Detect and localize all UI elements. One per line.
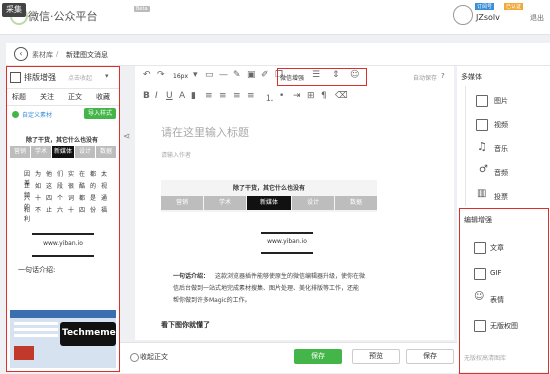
enhance-item-emoji[interactable]: 表情: [490, 295, 504, 305]
autosave-label: 自动保存: [413, 75, 438, 82]
enhance-item-gif[interactable]: GIF: [490, 269, 502, 277]
vote-icon: ▥: [477, 188, 487, 199]
breadcrumb-separator: /: [56, 50, 59, 58]
undo-icon[interactable]: ↶: [143, 70, 151, 80]
save-send-button[interactable]: 保存: [406, 349, 454, 364]
subscription-badge: 订阅号: [475, 3, 495, 10]
redo-icon[interactable]: ↷: [157, 70, 165, 80]
content-card[interactable]: 除了干货，其它什么也没有 营销 学术 新媒体 设计 数据: [161, 180, 377, 212]
wechat-enhance-label[interactable]: 微信增强: [280, 73, 304, 82]
highlight-icon[interactable]: ▮: [191, 91, 196, 101]
enhance-item-article[interactable]: 文章: [490, 243, 504, 253]
enhance-item-free-images[interactable]: 无版权图: [490, 321, 518, 331]
url-text: www.yiban.io: [267, 238, 307, 245]
ordered-list-icon[interactable]: ⒈: [265, 91, 274, 104]
share-icon[interactable]: ⋖: [123, 132, 131, 142]
card-title: 除了干货，其它什么也没有: [232, 185, 305, 192]
editor-toolbar: ↶ ↷ 16px ▾ ▭ — ✎ ▣ ✐ ❐ 微信增强 ☰ ⇕ ☺ 自动保存 ?: [135, 66, 454, 89]
format-icon[interactable]: ¶: [321, 91, 327, 101]
clear-format-icon[interactable]: ⌫: [335, 91, 348, 101]
radio-icon[interactable]: [130, 353, 139, 362]
media-item-image[interactable]: 图片: [494, 96, 508, 106]
media-panel: 多媒体 图片 视频 ♫ 音乐 ♂ 音频 ▥ 投票 编辑增强 文章 GIF ☺ 表…: [457, 66, 550, 374]
media-panel-title: 多媒体: [461, 73, 482, 81]
card-nav-item-active[interactable]: 新媒体: [247, 196, 291, 210]
font-color-icon[interactable]: A: [179, 91, 185, 101]
breadcrumb-item-current: 新建图文消息: [66, 51, 108, 59]
indent-icon[interactable]: ⇥: [293, 91, 301, 101]
article-icon: [474, 242, 486, 254]
breadcrumb-item-library[interactable]: 素材库: [32, 50, 53, 60]
intro-body-line: 帮你做到许多Magic的工作。: [173, 297, 251, 304]
verified-badge: 已认证: [504, 3, 524, 10]
underline-icon[interactable]: U: [166, 91, 173, 101]
table-icon[interactable]: ⊞: [307, 91, 315, 101]
emoji-icon[interactable]: ☺: [350, 70, 359, 80]
intro-body-line: 信后台做到一站式地完成素材搜集、图片处理、美化排版等工作，还能: [173, 285, 360, 292]
media-list: 图片 视频 ♫ 音乐 ♂ 音频 ▥ 投票: [465, 86, 546, 206]
intro-label: 一句话介绍：: [173, 273, 210, 280]
help-icon[interactable]: ?: [441, 72, 445, 80]
emoji-icon: ☺: [474, 291, 485, 302]
format-toolbar: B I U A ▮ ≡ ≡ ≡ ≡ ⒈ • ⇥ ⊞ ¶ ⌫: [135, 88, 454, 109]
free-image-icon: [474, 320, 486, 332]
music-icon: ♫: [477, 140, 487, 153]
font-size-select[interactable]: 16px: [173, 73, 188, 80]
image-icon: [476, 95, 488, 107]
media-item-vote[interactable]: 投票: [494, 192, 508, 202]
title-input[interactable]: 请在这里输入标题: [161, 124, 249, 140]
save-button[interactable]: 保存: [294, 349, 342, 364]
media-item-audio[interactable]: 音频: [494, 168, 508, 178]
video-icon[interactable]: ▭: [205, 70, 214, 80]
breadcrumb: ‹ 素材库 / 新建图文消息: [6, 43, 550, 66]
highlight-frame-left: [6, 66, 120, 372]
preview-button[interactable]: 预览: [352, 349, 400, 364]
chevron-down-icon[interactable]: ▾: [193, 70, 198, 80]
editor-canvas[interactable]: 请在这里输入标题 请输入作者 除了干货，其它什么也没有 营销 学术 新媒体 设计…: [135, 108, 454, 340]
free-image-library-text: 无版权高清图库: [464, 355, 507, 362]
image-icon[interactable]: ▣: [247, 70, 256, 80]
collapse-body-label[interactable]: 收起正文: [140, 352, 168, 362]
back-arrow-icon[interactable]: ‹: [14, 47, 28, 61]
capture-button[interactable]: 采集: [2, 3, 26, 17]
gif-icon: [474, 268, 486, 280]
card-nav-item[interactable]: 数据: [335, 196, 377, 210]
logout-link[interactable]: 退出: [530, 13, 544, 23]
divider-icon[interactable]: —: [219, 70, 228, 80]
media-item-music[interactable]: 音乐: [494, 144, 508, 154]
line-height-icon[interactable]: ☰: [312, 70, 320, 80]
top-bar: 采集 微信·公众平台 Beta 订阅号 已认证 JZsolv 退出: [0, 0, 550, 35]
author-input[interactable]: 请输入作者: [161, 150, 191, 159]
beta-badge: Beta: [134, 6, 150, 12]
align-left-icon[interactable]: ≡: [205, 91, 213, 101]
card-nav-item[interactable]: 设计: [292, 196, 334, 210]
video-icon: [476, 119, 488, 131]
align-center-icon[interactable]: ≡: [219, 91, 227, 101]
intro-body-line: 这款浏览器插件能够使原生的微信编辑器升级，使你在微: [215, 273, 366, 280]
brush-icon[interactable]: ✎: [233, 70, 241, 80]
bold-icon[interactable]: B: [143, 91, 150, 101]
edit-enhance-group: 编辑增强 文章 GIF ☺ 表情 无版权图 无版权高清图库: [459, 208, 549, 374]
platform-title: 微信·公众平台: [28, 10, 98, 23]
url-box: www.yiban.io: [261, 232, 313, 254]
see-below-label: 看下图你就懂了: [161, 321, 210, 329]
microphone-icon: ♂: [479, 164, 488, 175]
align-right-icon[interactable]: ≡: [233, 91, 241, 101]
username[interactable]: JZsolv: [476, 13, 500, 22]
spacing-icon[interactable]: ⇕: [332, 70, 340, 80]
unordered-list-icon[interactable]: •: [279, 91, 284, 101]
italic-icon[interactable]: I: [155, 91, 158, 101]
edit-enhance-title: 编辑增强: [464, 216, 492, 224]
justify-icon[interactable]: ≡: [247, 91, 255, 101]
card-nav-item[interactable]: 学术: [204, 196, 246, 210]
user-avatar[interactable]: [453, 5, 473, 25]
media-item-video[interactable]: 视频: [494, 120, 508, 130]
footer-bar: 收起正文 保存 预览 保存: [120, 342, 457, 373]
wechat-enhance-group: 微信增强 ☰ ⇕ ☺: [277, 68, 367, 86]
pen-icon[interactable]: ✐: [261, 70, 269, 80]
card-nav-item[interactable]: 营销: [161, 196, 203, 210]
